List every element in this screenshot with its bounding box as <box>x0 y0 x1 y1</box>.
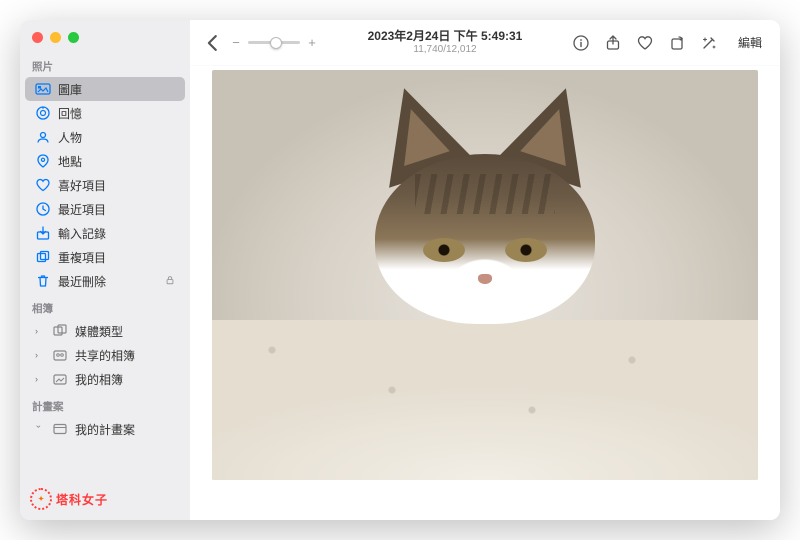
sidebar-item-label: 最近刪除 <box>58 273 106 290</box>
section-header-library: 照片 <box>20 51 190 77</box>
chevron-right-icon: › <box>35 374 43 384</box>
sidebar-item-media-types[interactable]: › 媒體類型 <box>25 319 185 343</box>
close-window-button[interactable] <box>32 32 43 43</box>
zoom-controls: − + <box>230 35 318 50</box>
toolbar: − + 2023年2月24日 下午 5:49:31 11,740/12,012 <box>190 20 780 66</box>
sidebar: 照片 圖庫 回憶 人物 <box>20 20 190 520</box>
sidebar-item-recently-deleted[interactable]: 最近刪除 <box>25 269 185 293</box>
edit-button[interactable]: 編輯 <box>732 32 768 53</box>
sidebar-item-people[interactable]: 人物 <box>25 125 185 149</box>
photo-counter: 11,740/12,012 <box>318 44 572 56</box>
watermark-text: 塔科女子 <box>56 491 108 508</box>
lock-icon <box>165 275 175 288</box>
sidebar-item-label: 我的相簿 <box>75 371 123 388</box>
sidebar-item-my-projects[interactable]: › 我的計畫案 <box>25 417 185 441</box>
places-icon <box>35 153 51 169</box>
shared-albums-icon <box>52 347 68 363</box>
sidebar-item-favorites[interactable]: 喜好項目 <box>25 173 185 197</box>
window-controls <box>20 20 190 51</box>
app-window: 照片 圖庫 回憶 人物 <box>20 20 780 520</box>
my-projects-icon <box>52 421 68 437</box>
sidebar-item-label: 人物 <box>58 129 82 146</box>
sidebar-item-label: 地點 <box>58 153 82 170</box>
photo-datetime: 2023年2月24日 下午 5:49:31 <box>318 29 572 43</box>
sidebar-item-label: 重複項目 <box>58 249 106 266</box>
sidebar-item-label: 回憶 <box>58 105 82 122</box>
watermark: ✦ 塔科女子 <box>20 480 190 520</box>
chevron-right-icon: › <box>35 350 43 360</box>
duplicate-icon <box>35 249 51 265</box>
sidebar-item-library[interactable]: 圖庫 <box>25 77 185 101</box>
media-types-icon <box>52 323 68 339</box>
sidebar-item-duplicates[interactable]: 重複項目 <box>25 245 185 269</box>
watermark-logo-icon: ✦ <box>30 488 52 510</box>
sidebar-item-recents[interactable]: 最近項目 <box>25 197 185 221</box>
sidebar-item-places[interactable]: 地點 <box>25 149 185 173</box>
fullscreen-window-button[interactable] <box>68 32 79 43</box>
trash-icon <box>35 273 51 289</box>
auto-enhance-button[interactable] <box>700 34 718 52</box>
zoom-slider-thumb[interactable] <box>270 37 282 49</box>
sidebar-item-label: 最近項目 <box>58 201 106 218</box>
heart-icon <box>35 177 51 193</box>
sidebar-item-label: 圖庫 <box>58 81 82 98</box>
chevron-down-icon: › <box>34 425 44 433</box>
photo-image <box>212 70 758 480</box>
sidebar-item-memories[interactable]: 回憶 <box>25 101 185 125</box>
minimize-window-button[interactable] <box>50 32 61 43</box>
info-button[interactable] <box>572 34 590 52</box>
back-button[interactable] <box>202 32 224 54</box>
photo-viewer[interactable] <box>190 66 780 520</box>
favorite-button[interactable] <box>636 34 654 52</box>
memories-icon <box>35 105 51 121</box>
clock-icon <box>35 201 51 217</box>
sidebar-item-label: 我的計畫案 <box>75 421 135 438</box>
zoom-out-button[interactable]: − <box>230 35 242 50</box>
sidebar-item-label: 喜好項目 <box>58 177 106 194</box>
people-icon <box>35 129 51 145</box>
sidebar-item-shared-albums[interactable]: › 共享的相簿 <box>25 343 185 367</box>
section-header-albums: 相簿 <box>20 293 190 319</box>
zoom-slider[interactable] <box>248 41 300 44</box>
sidebar-item-imports[interactable]: 輸入記錄 <box>25 221 185 245</box>
share-button[interactable] <box>604 34 622 52</box>
sidebar-item-label: 媒體類型 <box>75 323 123 340</box>
main-panel: − + 2023年2月24日 下午 5:49:31 11,740/12,012 <box>190 20 780 520</box>
rotate-button[interactable] <box>668 34 686 52</box>
section-header-projects: 計畫案 <box>20 391 190 417</box>
photo-library-icon <box>35 81 51 97</box>
zoom-in-button[interactable]: + <box>306 35 318 50</box>
chevron-right-icon: › <box>35 326 43 336</box>
my-albums-icon <box>52 371 68 387</box>
title-block: 2023年2月24日 下午 5:49:31 11,740/12,012 <box>318 29 572 55</box>
toolbar-actions: 編輯 <box>572 32 768 53</box>
sidebar-content: 照片 圖庫 回憶 人物 <box>20 51 190 480</box>
sidebar-item-label: 共享的相簿 <box>75 347 135 364</box>
import-icon <box>35 225 51 241</box>
sidebar-item-my-albums[interactable]: › 我的相簿 <box>25 367 185 391</box>
sidebar-item-label: 輸入記錄 <box>58 225 106 242</box>
